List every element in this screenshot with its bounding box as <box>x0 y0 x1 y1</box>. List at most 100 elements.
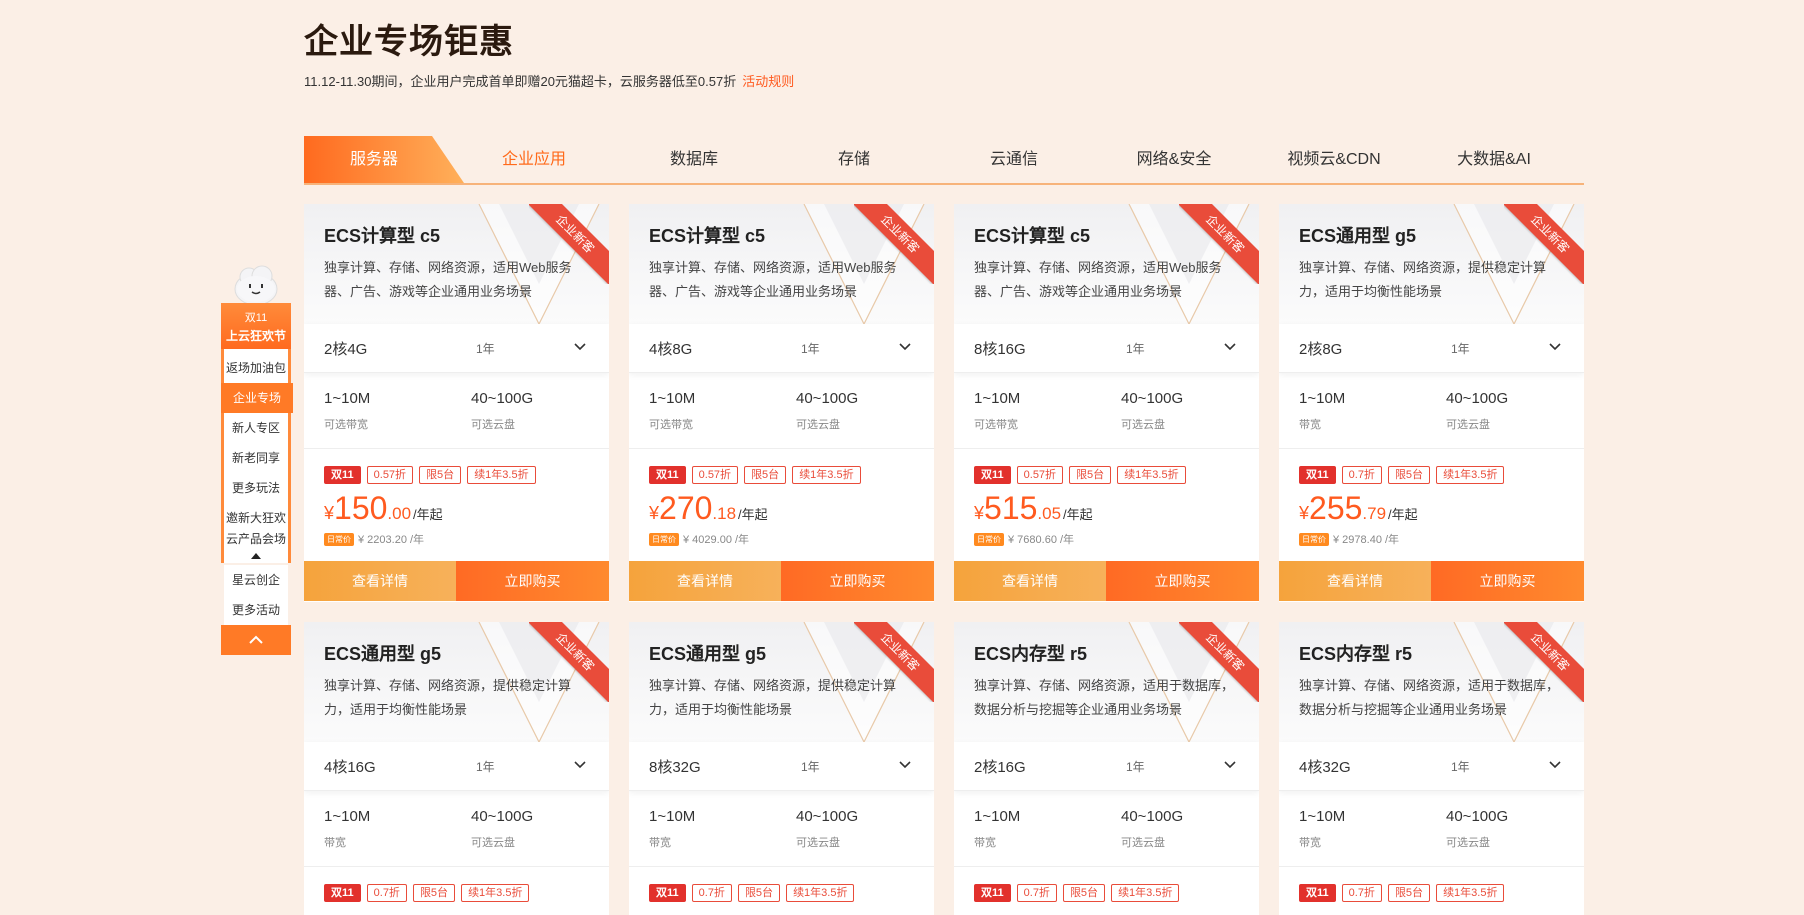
promo-tags: 双11 0.7折 限5台 续1年3.5折 <box>649 884 855 902</box>
spec-selector[interactable]: 2核4G 1年 <box>304 324 609 373</box>
tab-server[interactable]: 服务器 <box>304 136 444 183</box>
spec-selector[interactable]: 2核16G 1年 <box>954 742 1259 791</box>
tab-network-security[interactable]: 网络&安全 <box>1104 136 1244 183</box>
tab-bigdata-ai[interactable]: 大数据&AI <box>1424 136 1564 183</box>
spec-selector[interactable]: 8核16G 1年 <box>954 324 1259 373</box>
spec-selector[interactable]: 4核16G 1年 <box>304 742 609 791</box>
buy-now-button[interactable]: 立即购买 <box>1431 561 1584 601</box>
sidenav-item-enterprise[interactable]: 企业专场 <box>221 383 293 413</box>
renew-tag: 续1年3.5折 <box>1117 466 1186 484</box>
sidenav-item-cloud-products[interactable]: 云产品会场 <box>224 527 288 551</box>
original-price-value: ¥ 2203.20 /年 <box>358 534 425 546</box>
product-card: ECS通用型 g5 独享计算、存储、网络资源，提供稳定计算力，适用于均衡性能场景企… <box>304 622 609 915</box>
product-card: ECS通用型 g5 独享计算、存储、网络资源，提供稳定计算力，适用于均衡性能场景企… <box>629 622 934 915</box>
divider <box>1279 866 1584 867</box>
sidenav-header: 双11 上云狂欢节 <box>221 303 291 349</box>
card-header: ECS通用型 g5 独享计算、存储、网络资源，提供稳定计算力，适用于均衡性能场景企… <box>1279 204 1584 324</box>
view-details-button[interactable]: 查看详情 <box>954 561 1106 601</box>
bandwidth-label: 可选带宽 <box>649 419 693 431</box>
tab-storage[interactable]: 存储 <box>784 136 924 183</box>
caret-up-icon <box>251 553 261 559</box>
bandwidth-value: 1~10M <box>974 390 1021 407</box>
spec-selector[interactable]: 8核32G 1年 <box>629 742 934 791</box>
activity-rules-link[interactable]: 活动规则 <box>742 74 794 89</box>
spec-selector[interactable]: 4核32G 1年 <box>1279 742 1584 791</box>
price-unit: /年起 <box>738 507 768 522</box>
sidenav-list: 返场加油包 企业专场 新人专区 新老同享 更多玩法 邀新大狂欢 云产品会场 <box>221 349 293 563</box>
ribbon-label: 企业新客 <box>1504 204 1584 284</box>
disk-value: 40~100G <box>1121 808 1184 825</box>
limit-tag: 限5台 <box>419 466 462 484</box>
product-card: ECS计算型 c5 独享计算、存储、网络资源，适用Web服务器、广告、游戏等企业通… <box>304 204 609 602</box>
view-details-button[interactable]: 查看详情 <box>629 561 781 601</box>
daily-price-badge: 日常价 <box>649 533 679 546</box>
product-name: ECS内存型 r5 <box>1299 644 1413 664</box>
bandwidth-value: 1~10M <box>649 808 696 825</box>
sidenav-item-return-pack[interactable]: 返场加油包 <box>224 353 288 383</box>
back-to-top-button[interactable] <box>221 625 291 655</box>
view-details-button[interactable]: 查看详情 <box>1279 561 1431 601</box>
price-integer: 515 <box>984 490 1038 526</box>
card-header: ECS内存型 r5 独享计算、存储、网络资源，适用于数据库，数据分析与挖掘等企业通… <box>1279 622 1584 742</box>
sidenav-item-more-activities[interactable]: 更多活动 <box>224 595 288 625</box>
sidenav-item-more-play[interactable]: 更多玩法 <box>224 473 288 503</box>
product-name: ECS内存型 r5 <box>974 644 1088 664</box>
product-name: ECS通用型 g5 <box>1299 226 1417 246</box>
renew-tag: 续1年3.5折 <box>1436 466 1505 484</box>
spec-selector[interactable]: 4核8G 1年 <box>629 324 934 373</box>
disk-label: 可选云盘 <box>796 419 840 431</box>
renew-tag: 续1年3.5折 <box>1436 884 1505 902</box>
term-value: 1年 <box>1451 342 1470 356</box>
limit-tag: 限5台 <box>1387 884 1431 902</box>
sidenav-item-newcomer[interactable]: 新人专区 <box>224 413 288 443</box>
view-details-button[interactable]: 查看详情 <box>304 561 456 601</box>
original-price-value: ¥ 2978.40 /年 <box>1333 534 1400 546</box>
buy-now-button[interactable]: 立即购买 <box>1106 561 1259 601</box>
tab-database[interactable]: 数据库 <box>624 136 764 183</box>
price-decimal: .00 <box>387 504 412 523</box>
limit-tag: 限5台 <box>1062 884 1106 902</box>
tab-cloud-communication[interactable]: 云通信 <box>944 136 1084 183</box>
ribbon-label: 企业新客 <box>529 622 609 702</box>
original-price: 日常价 ¥ 2203.20 /年 <box>324 531 424 547</box>
sidenav-item-startup[interactable]: 星云创企 <box>224 565 288 595</box>
tab-enterprise-apps[interactable]: 企业应用 <box>464 136 604 183</box>
disk-value: 40~100G <box>1446 390 1509 407</box>
renew-tag: 续1年3.5折 <box>467 466 536 484</box>
buy-now-button[interactable]: 立即购买 <box>781 561 934 601</box>
term-value: 1年 <box>1126 760 1145 774</box>
sidenav-item-shared[interactable]: 新老同享 <box>224 443 288 473</box>
disk-label: 可选云盘 <box>1121 837 1165 849</box>
new-customer-ribbon: 企业新客 <box>854 622 934 702</box>
disk-value: 40~100G <box>1121 390 1184 407</box>
buy-now-button[interactable]: 立即购买 <box>456 561 609 601</box>
page-subtitle: 11.12-11.30期间，企业用户完成首单即赠20元猫超卡，云服务器低至0.5… <box>304 71 794 90</box>
sidenav-header-line2: 上云狂欢节 <box>225 329 286 343</box>
disk-value: 40~100G <box>796 808 859 825</box>
bandwidth-value: 1~10M <box>974 808 1021 825</box>
product-name: ECS计算型 c5 <box>649 226 766 246</box>
card-header: ECS计算型 c5 独享计算、存储、网络资源，适用Web服务器、广告、游戏等企业通… <box>629 204 934 324</box>
double11-tag: 双11 <box>1299 466 1336 484</box>
daily-price-badge: 日常价 <box>1299 533 1329 546</box>
tab-video-cdn[interactable]: 视频云&CDN <box>1264 136 1404 183</box>
price: ¥255.79/年起 <box>1299 490 1418 527</box>
disk-label: 可选云盘 <box>1121 419 1165 431</box>
double11-tag: 双11 <box>324 884 361 902</box>
price-integer: 150 <box>334 490 388 526</box>
renew-tag: 续1年3.5折 <box>1111 884 1180 902</box>
spec-selector[interactable]: 2核8G 1年 <box>1279 324 1584 373</box>
disk-value: 40~100G <box>471 808 534 825</box>
spec-value: 2核4G <box>324 341 368 358</box>
chevron-down-icon <box>1549 761 1561 769</box>
bandwidth-label: 带宽 <box>1299 837 1321 849</box>
promo-tags: 双11 0.57折 限5台 续1年3.5折 <box>324 466 536 484</box>
chevron-down-icon <box>1224 761 1236 769</box>
price-decimal: .18 <box>712 504 737 523</box>
double11-tag: 双11 <box>649 466 686 484</box>
price-currency: ¥ <box>324 503 335 523</box>
term-value: 1年 <box>1451 760 1470 774</box>
price: ¥150.00/年起 <box>324 490 443 527</box>
ribbon-label: 企业新客 <box>529 204 609 284</box>
divider <box>304 448 609 449</box>
